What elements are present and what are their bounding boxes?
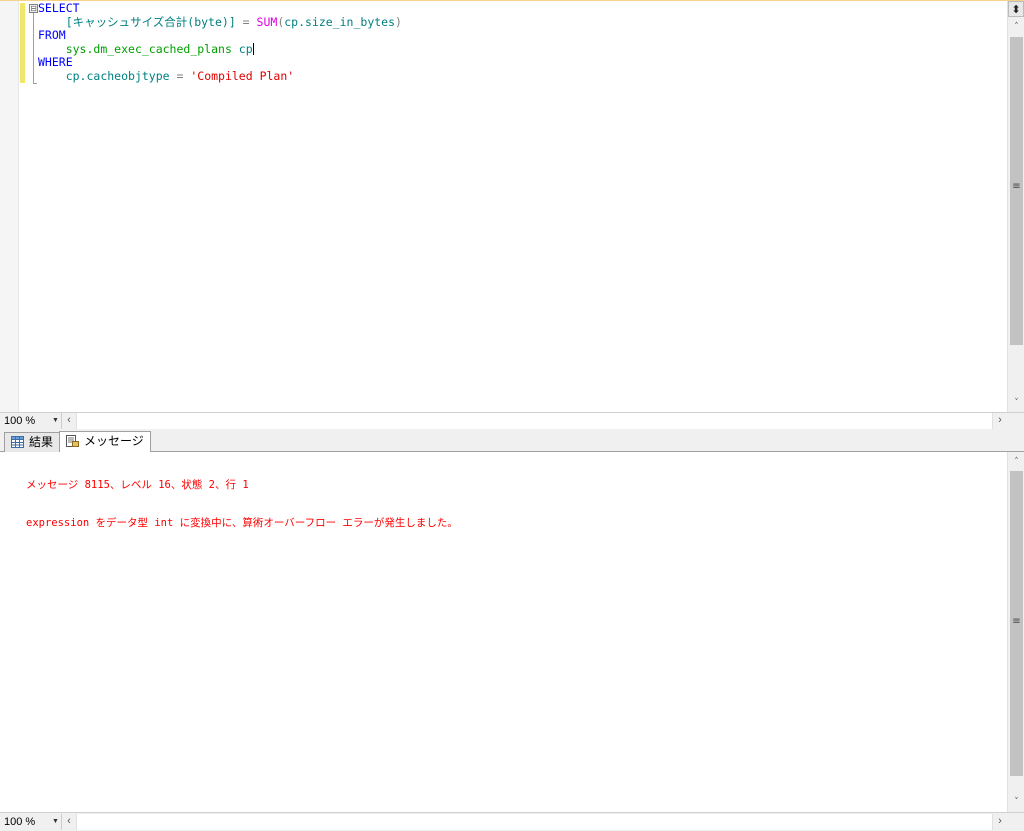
- messages-pane[interactable]: メッセージ 8115、レベル 16、状態 2、行 1 expression をデ…: [0, 452, 1024, 812]
- scroll-up-arrow-icon[interactable]: ˄: [1008, 454, 1024, 470]
- code-token: [キャッシュサイズ合計(byte)]: [65, 14, 236, 29]
- results-zoom-select[interactable]: 100 % ▼: [4, 815, 60, 829]
- code-token: cp: [231, 41, 253, 56]
- editor-status-bar: 100 % ▼ ‹ ›: [0, 412, 1024, 429]
- code-line[interactable]: [キャッシュサイズ合計(byte)] = SUM(cp.size_in_byte…: [38, 14, 402, 30]
- messages-status-bar: 100 % ▼ ‹ ›: [0, 812, 1024, 831]
- code-token: SELECT: [38, 1, 80, 15]
- code-line[interactable]: SELECT: [38, 1, 402, 16]
- scroll-grip-icon: ≡: [1012, 616, 1021, 627]
- change-tracking-bar: [20, 3, 25, 83]
- fold-guide-line: [33, 13, 34, 83]
- code-token: =: [169, 68, 191, 83]
- results-zoom-value: 100 %: [4, 816, 36, 828]
- scroll-left-arrow-icon[interactable]: ‹: [62, 814, 77, 830]
- editor-horizontal-scrollbar[interactable]: ‹ ›: [61, 413, 1007, 429]
- messages-vertical-scrollbar[interactable]: ˄ ≡ ˅: [1007, 452, 1024, 812]
- text-caret: [252, 43, 254, 56]
- message-document-icon: [66, 435, 79, 447]
- scroll-grip-icon: ≡: [1012, 181, 1021, 192]
- tab-results[interactable]: 結果: [4, 432, 61, 452]
- code-token: cp.size_in_bytes: [284, 14, 396, 29]
- code-token: 'Compiled Plan': [190, 68, 295, 83]
- code-line[interactable]: sys.dm_exec_cached_plans cp: [38, 41, 402, 57]
- code-token: =: [235, 14, 257, 29]
- code-line[interactable]: WHERE: [38, 56, 402, 70]
- split-view-icon[interactable]: ⬍: [1008, 1, 1024, 17]
- scroll-right-arrow-icon[interactable]: ›: [992, 413, 1007, 429]
- collapse-icon[interactable]: ⊟: [29, 4, 38, 13]
- tab-results-label: 結果: [29, 435, 54, 449]
- sql-code[interactable]: SELECT [キャッシュサイズ合計(byte)] = SUM(cp.size_…: [38, 1, 402, 84]
- error-message-header: メッセージ 8115、レベル 16、状態 2、行 1: [26, 479, 249, 492]
- dropdown-arrow-icon[interactable]: ▼: [52, 815, 59, 829]
- scroll-down-arrow-icon[interactable]: ˅: [1008, 794, 1024, 810]
- editor-vertical-scrollbar[interactable]: ⬍ ˄ ≡ ˅: [1007, 1, 1024, 412]
- error-messages: メッセージ 8115、レベル 16、状態 2、行 1 expression をデ…: [26, 454, 458, 555]
- code-token: WHERE: [38, 55, 73, 70]
- query-editor[interactable]: ⊟ SELECT [キャッシュサイズ合計(byte)] = SUM(cp.siz…: [0, 0, 1024, 412]
- code-token: ): [395, 14, 402, 29]
- scroll-down-arrow-icon[interactable]: ˅: [1008, 395, 1024, 411]
- code-token: SUM: [256, 14, 278, 29]
- scroll-up-arrow-icon[interactable]: ˄: [1008, 19, 1024, 35]
- messages-horizontal-scrollbar[interactable]: ‹ ›: [61, 814, 1007, 830]
- scroll-left-arrow-icon[interactable]: ‹: [62, 413, 77, 429]
- code-token: FROM: [38, 28, 66, 43]
- code-line[interactable]: FROM: [38, 28, 402, 43]
- results-tab-strip: 結果 メッセージ: [0, 429, 1024, 452]
- tab-messages-label: メッセージ: [84, 434, 144, 448]
- code-token: cp.cacheobjtype: [65, 68, 170, 83]
- editor-zoom-value: 100 %: [4, 415, 36, 427]
- editor-zoom-select[interactable]: 100 % ▼: [4, 414, 60, 428]
- code-line[interactable]: cp.cacheobjtype = 'Compiled Plan': [38, 68, 402, 84]
- grid-icon: [11, 436, 24, 448]
- error-message-detail: expression をデータ型 int に変換中に、算術オーバーフロー エラー…: [26, 516, 458, 529]
- scroll-right-arrow-icon[interactable]: ›: [992, 814, 1007, 830]
- editor-gutter: [0, 1, 19, 412]
- tab-messages[interactable]: メッセージ: [59, 431, 151, 452]
- dropdown-arrow-icon[interactable]: ▼: [52, 414, 59, 428]
- fold-guide-end: [33, 83, 37, 84]
- code-token: sys.dm_exec_cached_plans: [65, 41, 232, 56]
